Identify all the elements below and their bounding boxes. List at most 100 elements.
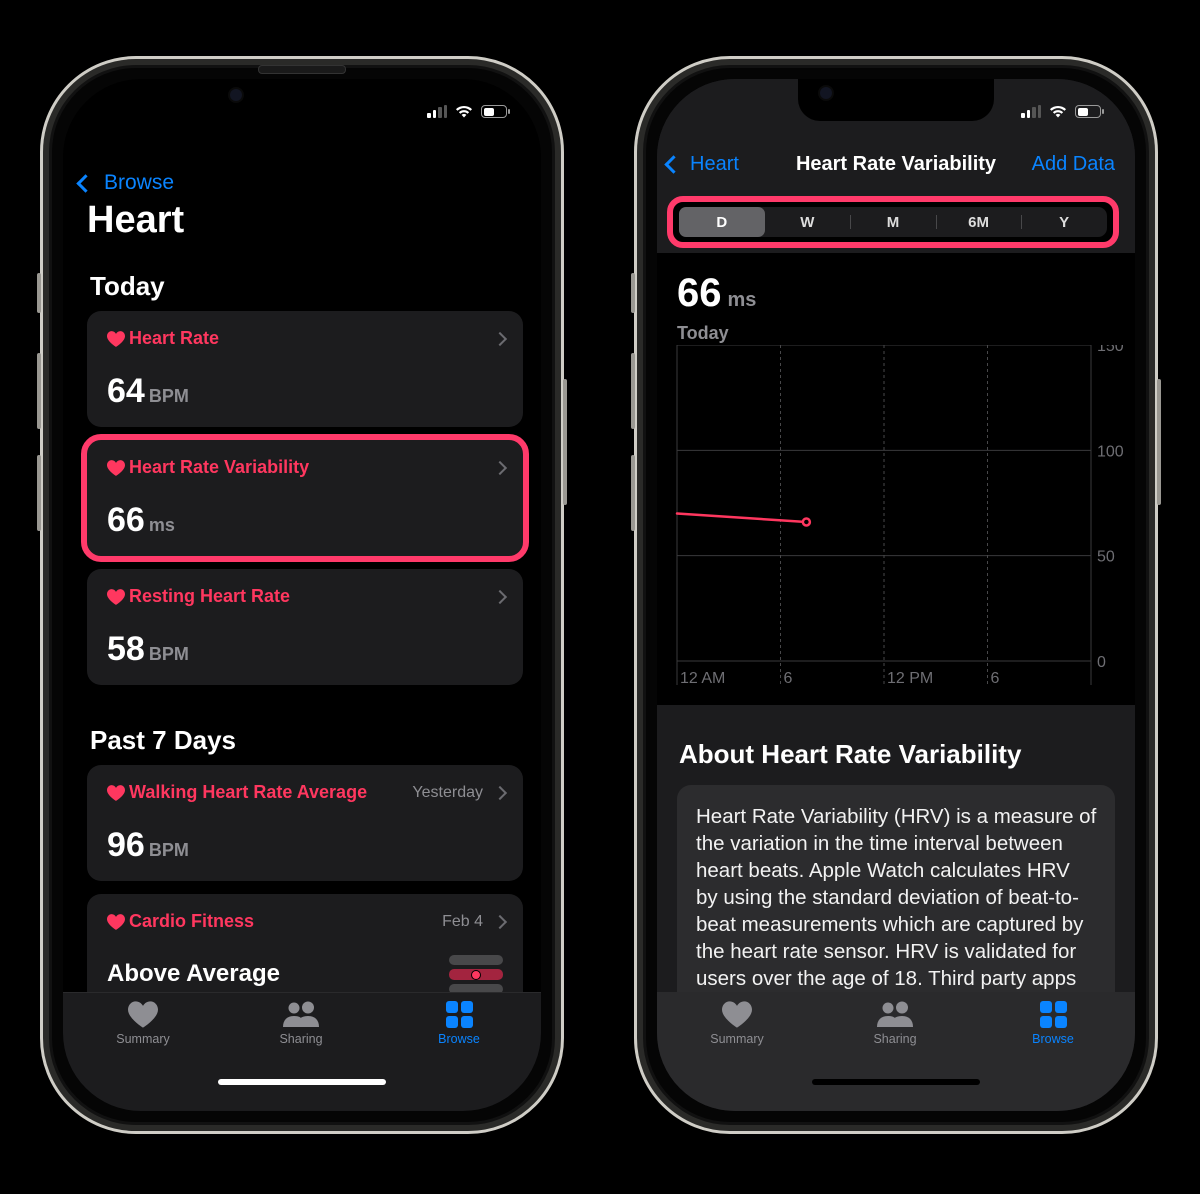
card-unit: BPM <box>148 644 189 664</box>
status-bar <box>1021 105 1104 118</box>
y-tick-label: 150 <box>1097 345 1124 355</box>
chevron-right-icon <box>492 589 508 604</box>
segment-day[interactable]: D <box>679 207 765 237</box>
about-text: Heart Rate Variability (HRV) is a measur… <box>696 805 1097 1017</box>
screen-hrv-detail: Heart Heart Rate Variability Add Data D … <box>657 79 1135 1111</box>
tab-sharing[interactable]: Sharing <box>840 1001 950 1046</box>
x-tick-label: 12 AM <box>680 670 725 687</box>
tab-label: Browse <box>1032 1032 1074 1046</box>
heart-icon <box>722 1001 752 1028</box>
grid-icon <box>445 1001 473 1028</box>
cellular-signal-icon <box>1021 105 1041 118</box>
y-tick-label: 0 <box>1097 654 1106 671</box>
notch <box>798 79 994 121</box>
chart-section: 66 ms Today 0 50 100 150 12 AM 6 12 PM 6 <box>657 253 1135 705</box>
x-tick-label: 12 PM <box>887 670 933 687</box>
card-title: Heart Rate Variability <box>129 457 310 477</box>
heart-icon <box>128 1001 158 1028</box>
hrv-series-line <box>675 512 808 524</box>
card-resting-heart-rate[interactable]: Resting Heart Rate 58 BPM <box>87 569 523 685</box>
tab-summary[interactable]: Summary <box>88 1001 198 1046</box>
card-title: Walking Heart Rate Average <box>129 782 368 802</box>
phone-right: Heart Heart Rate Variability Add Data D … <box>631 56 1161 1134</box>
summary-unit: ms <box>727 289 757 311</box>
segment-six-months[interactable]: 6M <box>935 207 1022 237</box>
y-tick-label: 100 <box>1097 443 1124 460</box>
tab-label: Sharing <box>873 1032 917 1046</box>
time-range-highlight: D W M 6M Y <box>667 196 1119 248</box>
back-button-browse[interactable]: Browse <box>76 171 175 195</box>
card-title: Resting Heart Rate <box>129 586 291 606</box>
heart-icon <box>107 588 125 605</box>
mute-switch <box>37 273 41 313</box>
back-label: Browse <box>104 171 175 194</box>
tab-label: Summary <box>710 1032 764 1046</box>
navigation-bar: Heart Heart Rate Variability Add Data <box>657 79 1135 193</box>
hrv-data-point <box>801 517 812 527</box>
segment-week[interactable]: W <box>765 207 851 237</box>
cardio-level: Above Average <box>107 960 280 987</box>
chevron-right-icon <box>492 785 508 800</box>
home-indicator[interactable] <box>218 1079 386 1085</box>
tab-browse[interactable]: Browse <box>998 1001 1108 1046</box>
card-value: 96 <box>107 826 145 864</box>
tab-label: Sharing <box>279 1032 323 1046</box>
cellular-signal-icon <box>427 105 447 118</box>
wifi-icon <box>1050 105 1066 118</box>
summary-period: Today <box>677 323 729 343</box>
hrv-line-chart[interactable]: 0 50 100 150 12 AM 6 12 PM 6 <box>657 345 1135 705</box>
page-title: Heart <box>87 199 185 241</box>
about-title: About Heart Rate Variability <box>679 739 1022 769</box>
chevron-right-icon <box>492 331 508 346</box>
speaker-grille <box>258 65 346 74</box>
summary-value: 66 <box>677 271 722 315</box>
tab-bar: Summary Sharing Browse <box>63 992 541 1111</box>
segment-month[interactable]: M <box>850 207 936 237</box>
card-title: Cardio Fitness <box>129 911 255 931</box>
people-icon <box>283 1001 319 1027</box>
time-range-segmented-control: D W M 6M Y <box>679 207 1107 237</box>
chevron-right-icon <box>492 460 508 475</box>
card-heart-rate[interactable]: Heart Rate 64 BPM <box>87 311 523 427</box>
card-unit: BPM <box>148 386 189 406</box>
tab-browse[interactable]: Browse <box>404 1001 514 1046</box>
card-walking-heart-rate-average[interactable]: Walking Heart Rate Average Yesterday 96 … <box>87 765 523 881</box>
chevron-left-icon <box>76 173 95 193</box>
tab-label: Browse <box>438 1032 480 1046</box>
battery-icon <box>481 105 510 118</box>
screen-heart-browse: Browse Heart Today Heart Rate 64 BPM Hea… <box>63 79 541 1111</box>
add-data-button[interactable]: Add Data <box>1032 153 1115 176</box>
heart-icon <box>107 913 125 930</box>
card-heart-rate-variability[interactable]: Heart Rate Variability 66 ms <box>81 434 529 562</box>
x-tick-label: 6 <box>784 670 793 687</box>
card-unit: BPM <box>148 840 189 860</box>
card-date: Feb 4 <box>442 912 483 930</box>
heart-icon <box>107 784 125 801</box>
tab-label: Summary <box>116 1032 170 1046</box>
card-value: 58 <box>107 630 145 668</box>
section-title-today: Today <box>90 271 165 301</box>
heart-icon <box>107 330 125 347</box>
card-value: 64 <box>107 372 145 410</box>
tab-summary[interactable]: Summary <box>682 1001 792 1046</box>
card-title: Heart Rate <box>129 328 220 348</box>
mute-switch <box>631 273 635 313</box>
side-button <box>1157 379 1161 505</box>
x-tick-label: 6 <box>991 670 1000 687</box>
tab-sharing[interactable]: Sharing <box>246 1001 356 1046</box>
y-tick-label: 50 <box>1097 549 1115 566</box>
grid-icon <box>1039 1001 1067 1028</box>
home-indicator[interactable] <box>812 1079 980 1085</box>
segment-year[interactable]: Y <box>1021 207 1107 237</box>
tab-bar: Summary Sharing Browse <box>657 992 1135 1111</box>
volume-down-button <box>631 455 635 531</box>
chevron-right-icon <box>492 914 508 929</box>
status-bar <box>427 105 510 118</box>
card-value: 66 <box>107 501 145 539</box>
front-camera <box>820 87 832 99</box>
card-date: Yesterday <box>412 783 483 801</box>
volume-down-button <box>37 455 41 531</box>
heart-icon <box>107 459 125 476</box>
front-camera <box>230 89 242 101</box>
phone-left: Browse Heart Today Heart Rate 64 BPM Hea… <box>37 56 567 1134</box>
